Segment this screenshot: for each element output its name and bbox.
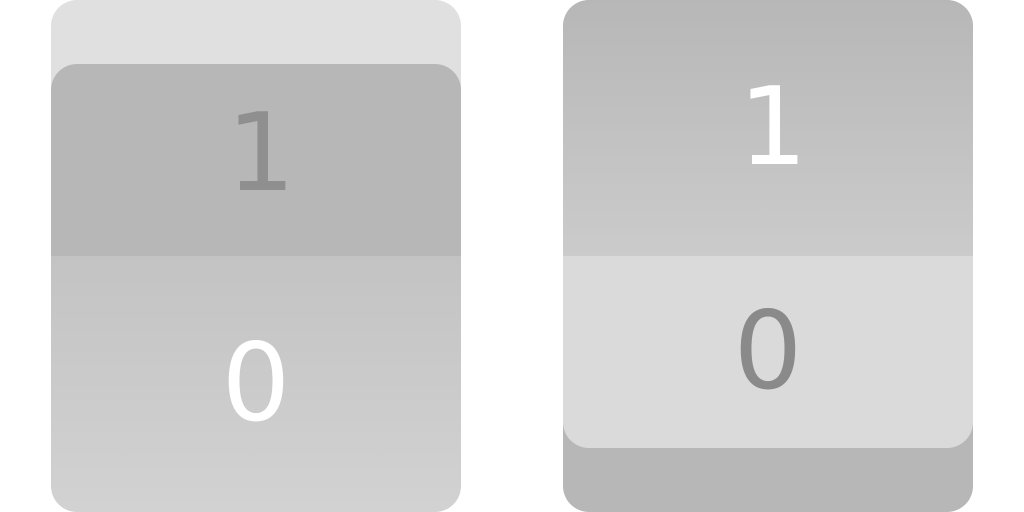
rocker-face: 1 0 (563, 0, 973, 448)
on-label: 1 (226, 91, 296, 216)
rocker-upper-half: 1 (563, 0, 973, 256)
toggle-switch-demo: 1 0 1 0 (0, 0, 1024, 512)
off-label: 0 (221, 321, 291, 446)
off-label: 0 (733, 289, 803, 414)
rocker-upper-half: 1 (51, 64, 461, 256)
rocker-lower-half: 0 (563, 256, 973, 448)
rocker-switch-off[interactable]: 1 0 (51, 0, 461, 512)
on-label: 1 (738, 65, 808, 190)
rocker-switch-on[interactable]: 1 0 (563, 0, 973, 512)
rocker-face: 1 0 (51, 64, 461, 512)
rocker-lower-half: 0 (51, 256, 461, 512)
